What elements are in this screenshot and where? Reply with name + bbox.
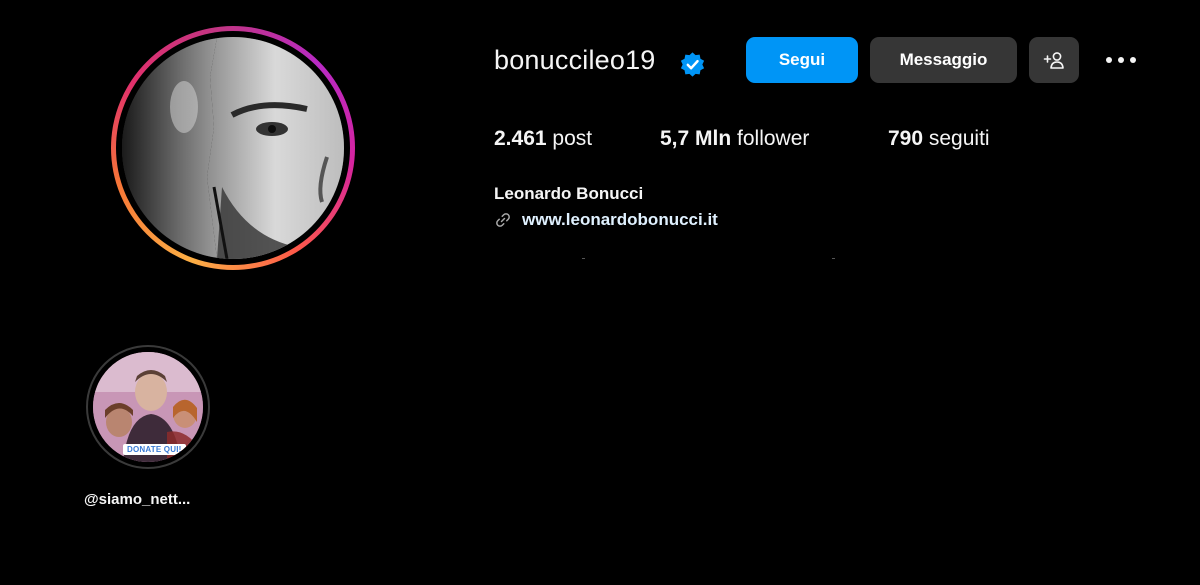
donate-sticker: DONATE QUI! xyxy=(123,444,186,455)
profile-username: bonuccileo19 xyxy=(494,45,656,75)
posts-label: post xyxy=(546,127,593,150)
verified-badge-icon xyxy=(680,52,705,77)
profile-avatar-image xyxy=(122,37,344,259)
highlight-cover-image: DONATE QUI! xyxy=(93,352,203,462)
following-label: seguiti xyxy=(923,127,990,150)
website-link[interactable]: www.leonardobonucci.it xyxy=(494,210,718,230)
more-options-icon[interactable] xyxy=(1100,45,1142,75)
profile-full-name: Leonardo Bonucci xyxy=(494,184,644,203)
stat-followers[interactable]: 5,7 Mln follower xyxy=(660,127,809,151)
suggested-accounts-button[interactable] xyxy=(1029,37,1079,83)
divider-dot xyxy=(582,258,585,259)
message-button[interactable]: Messaggio xyxy=(870,37,1017,83)
stat-posts: 2.461 post xyxy=(494,127,592,151)
add-person-icon xyxy=(1043,52,1064,69)
story-highlight[interactable]: DONATE QUI! xyxy=(86,345,210,469)
divider-dot xyxy=(832,258,835,259)
link-icon xyxy=(496,213,510,227)
avatar-border xyxy=(116,31,350,265)
profile-avatar-story-ring[interactable] xyxy=(111,26,355,270)
website-url: www.leonardobonucci.it xyxy=(522,210,718,229)
profile-page: bonuccileo19 Segui Messaggio 2.461 post … xyxy=(0,0,1200,585)
followers-count: 5,7 Mln xyxy=(660,127,732,150)
posts-count: 2.461 xyxy=(494,127,547,150)
highlight-label: @siamo_nett... xyxy=(84,491,191,508)
followers-label: follower xyxy=(731,127,810,150)
stat-following[interactable]: 790 seguiti xyxy=(888,127,990,151)
follow-button[interactable]: Segui xyxy=(746,37,858,83)
following-count: 790 xyxy=(888,127,924,150)
